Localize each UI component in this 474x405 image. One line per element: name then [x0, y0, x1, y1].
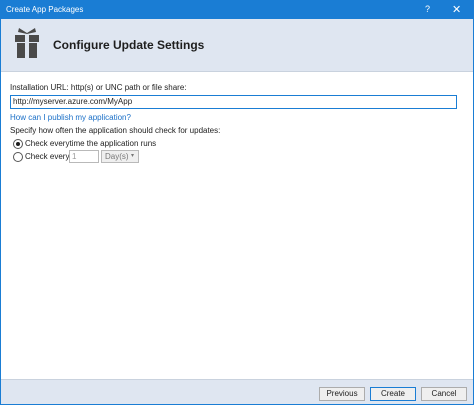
installation-url-label: Installation URL: http(s) or UNC path or… — [10, 83, 187, 92]
window-title: Create App Packages — [6, 5, 84, 14]
help-button[interactable]: ? — [425, 4, 430, 14]
installation-url-input[interactable] — [10, 95, 457, 109]
chevron-down-icon: ▾ — [131, 153, 135, 159]
cancel-button[interactable]: Cancel — [421, 387, 467, 401]
page-title: Configure Update Settings — [53, 38, 205, 52]
check-every-run-radio[interactable] — [13, 139, 23, 149]
page-header: Configure Update Settings — [1, 19, 473, 72]
publish-help-link[interactable]: How can I publish my application? — [10, 113, 131, 122]
update-frequency-label: Specify how often the application should… — [10, 126, 221, 135]
title-bar: Create App Packages ? ✕ — [1, 1, 473, 19]
create-app-packages-dialog: Create App Packages ? ✕ Configure Update… — [0, 0, 474, 405]
previous-button[interactable]: Previous — [319, 387, 365, 401]
gift-icon — [15, 28, 39, 58]
interval-number-input[interactable]: 1 — [69, 150, 99, 163]
dialog-footer: Previous Create Cancel — [1, 379, 473, 404]
create-button[interactable]: Create — [370, 387, 416, 401]
interval-unit-value: Day(s) — [105, 152, 129, 161]
interval-unit-select[interactable]: Day(s) ▾ — [101, 150, 139, 163]
close-icon[interactable]: ✕ — [452, 3, 461, 16]
check-every-run-label[interactable]: Check everytime the application runs — [25, 139, 156, 148]
check-every-interval-label[interactable]: Check every: — [25, 152, 72, 161]
check-every-interval-radio[interactable] — [13, 152, 23, 162]
